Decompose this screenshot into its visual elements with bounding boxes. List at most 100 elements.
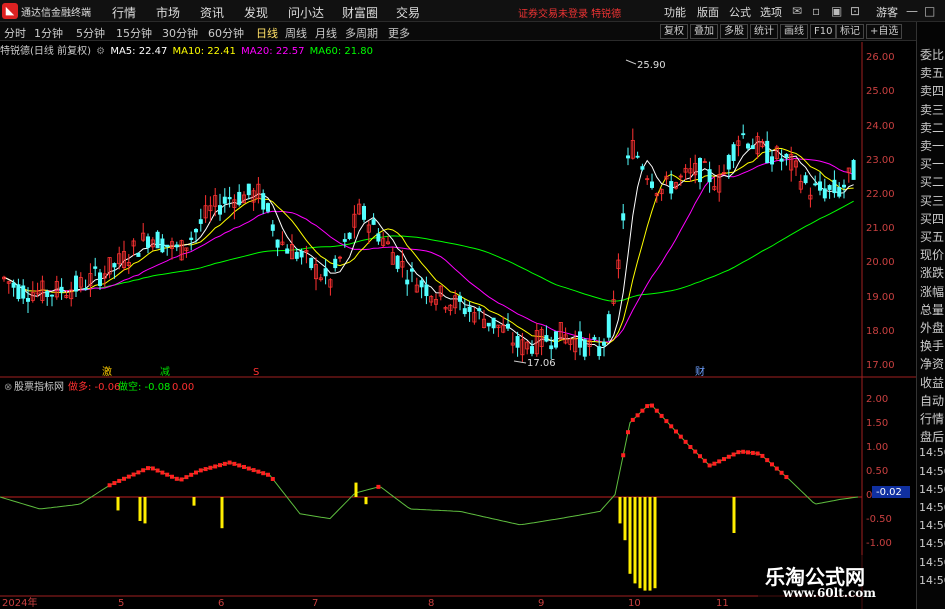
candle-body — [83, 288, 88, 290]
indicator-dot — [621, 453, 626, 458]
indicator-dot — [237, 463, 242, 468]
sidebar-item: 14:50 — [919, 519, 945, 533]
candle-body — [626, 155, 631, 159]
candle-body — [491, 317, 496, 329]
indicator-dot — [683, 439, 688, 444]
indicator-dot — [630, 417, 635, 422]
candle-body — [827, 185, 832, 190]
indicator-dot — [203, 467, 208, 472]
indicator-dot — [227, 460, 232, 465]
indicator-dot — [246, 466, 251, 471]
marker-reduce: 减 — [160, 366, 170, 378]
indicator-dot — [242, 464, 246, 469]
candle-body — [395, 255, 400, 269]
candle-body — [669, 181, 674, 194]
indicator-dot — [645, 404, 650, 409]
indicator-value: 0.00 — [172, 382, 194, 393]
sidebar-item: 买三 — [920, 193, 945, 208]
candle-body — [21, 285, 26, 299]
sidebar-item: 14:50 — [919, 482, 945, 496]
marker-finance: 财 — [695, 365, 705, 378]
kline-chart[interactable]: 26.00 25.00 24.00 23.00 22.00 21.00 20.0… — [0, 0, 945, 609]
indicator-tick: 1.00 — [866, 442, 888, 453]
indicator-dot — [160, 470, 165, 475]
sidebar-item: 卖二 — [920, 120, 945, 135]
candle-body — [698, 157, 703, 183]
marker-s: S — [253, 367, 259, 378]
candle-body — [592, 337, 597, 340]
indicator-dot — [218, 463, 222, 468]
ma10-path — [3, 147, 854, 345]
indicator-dot — [726, 454, 731, 459]
candle-body — [261, 193, 266, 210]
candle-body — [741, 133, 746, 136]
indicator-dot — [770, 462, 774, 467]
indicator-dot — [702, 458, 707, 463]
candle-body — [602, 341, 607, 346]
candle-body — [246, 183, 251, 196]
indicator-bar — [192, 497, 196, 506]
indicator-dot — [640, 408, 645, 413]
candle-body — [333, 258, 338, 269]
indicator-bar — [138, 497, 142, 521]
date-tick: 10 — [628, 598, 641, 609]
indicator-bar — [648, 497, 652, 591]
price-tick: 24.00 — [866, 121, 895, 132]
sidebar-item: 14:50 — [919, 501, 945, 514]
indicator-dot — [736, 450, 741, 455]
indicator-dot — [750, 450, 755, 455]
indicator-dot — [678, 434, 683, 439]
indicator-bar — [364, 497, 368, 505]
candle-body — [198, 219, 203, 224]
indicator-short: 做空: -0.08 — [118, 380, 170, 393]
date-tick: 2024年 — [2, 596, 37, 609]
indicator-tick: 0.50 — [866, 466, 888, 477]
candle-body — [174, 244, 179, 248]
indicator-gear-icon[interactable]: ⊗ — [4, 382, 12, 393]
candle-body — [813, 183, 818, 186]
sidebar-item: 买一 — [920, 157, 945, 172]
candle-body — [237, 191, 242, 205]
candle-body — [160, 238, 165, 253]
indicator-dot — [131, 472, 136, 477]
price-tick: 17.00 — [866, 360, 895, 371]
candle-body — [136, 252, 141, 257]
candle-body — [462, 308, 467, 315]
candle-body — [270, 224, 275, 231]
indicator-dot — [635, 413, 640, 418]
candle-body — [419, 280, 424, 288]
indicator-bar — [653, 497, 657, 589]
sidebar-item: 14:50 — [919, 555, 945, 569]
candle-body — [750, 145, 755, 150]
indicator-dot — [165, 472, 170, 477]
candle-body — [59, 286, 64, 293]
candle-body — [294, 251, 299, 259]
date-tick: 7 — [312, 598, 318, 609]
indicator-dot — [746, 450, 750, 455]
indicator-bar — [116, 497, 120, 511]
indicator-tick: 2.00 — [866, 394, 888, 405]
candle-body — [409, 268, 414, 272]
sidebar-item: 净资 — [920, 357, 945, 372]
price-tick: 18.00 — [866, 326, 895, 337]
price-tick: 21.00 — [866, 223, 895, 234]
indicator-dot — [760, 453, 765, 458]
candle-body — [309, 257, 314, 269]
candle-body — [554, 331, 559, 348]
candle-body — [746, 143, 751, 149]
price-tick: 25.00 — [866, 86, 895, 97]
indicator-dot — [184, 475, 189, 480]
indicator-dot — [266, 472, 270, 477]
sidebar-item: 买四 — [920, 211, 945, 226]
indicator-dot — [674, 429, 678, 434]
indicator-bar — [618, 497, 622, 524]
date-tick: 8 — [428, 598, 434, 609]
sidebar-item: 委比 — [920, 48, 945, 62]
indicator-dot — [693, 449, 698, 454]
indicator-dot — [765, 458, 770, 463]
indicator-tick: -0.50 — [866, 514, 892, 525]
indicator-bar — [220, 497, 224, 529]
sidebar-item: 收益 — [920, 375, 945, 390]
indicator-dot — [179, 477, 184, 482]
sidebar-item: 涨幅 — [920, 284, 945, 299]
